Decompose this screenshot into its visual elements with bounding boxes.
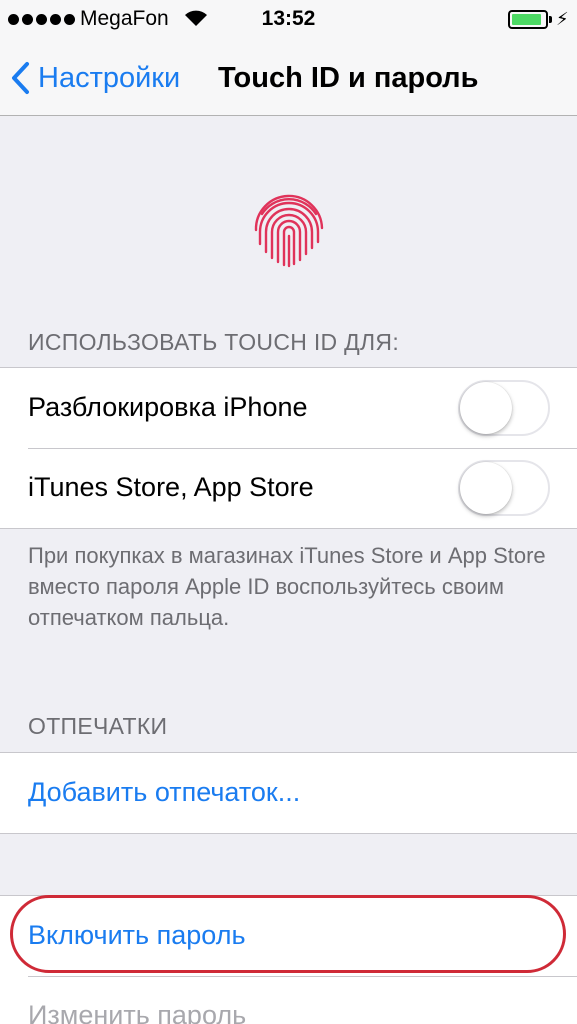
- itunes-app-store-label: iTunes Store, App Store: [28, 472, 314, 502]
- touch-id-section-header: ИСПОЛЬЗОВАТЬ TOUCH ID ДЛЯ:: [28, 329, 400, 355]
- toggle-knob: [460, 382, 512, 434]
- back-button[interactable]: Настройки: [10, 58, 180, 98]
- navigation-bar: Настройки Touch ID и пароль: [0, 40, 577, 116]
- add-fingerprint-row[interactable]: Добавить отпечаток...: [0, 753, 577, 833]
- list-item-itunes-app-store: iTunes Store, App Store: [0, 448, 577, 528]
- toggle-knob: [460, 462, 512, 514]
- chevron-left-icon: [12, 62, 29, 94]
- enable-passcode-link[interactable]: Включить пароль: [28, 920, 246, 951]
- change-passcode-link: Изменить пароль: [28, 1000, 247, 1024]
- change-passcode-row: Изменить пароль: [0, 976, 577, 1024]
- enable-passcode-row[interactable]: Включить пароль: [0, 896, 577, 976]
- fingerprints-group: Добавить отпечаток...: [0, 752, 577, 834]
- itunes-app-store-toggle[interactable]: [458, 460, 550, 516]
- status-time: 13:52: [261, 7, 316, 30]
- unlock-iphone-toggle[interactable]: [458, 380, 550, 436]
- fingerprint-icon: [254, 194, 324, 268]
- unlock-iphone-label: Разблокировка iPhone: [28, 392, 308, 422]
- passcode-group: Включить пароль Изменить пароль: [0, 895, 577, 1024]
- battery-icon: [508, 10, 548, 29]
- back-button-label: Настройки: [38, 61, 181, 94]
- list-item-unlock-iphone: Разблокировка iPhone: [0, 368, 577, 448]
- touch-id-group: Разблокировка iPhone iTunes Store, App S…: [0, 367, 577, 529]
- touch-id-footer-note: При покупках в магазинах iTunes Store и …: [28, 543, 546, 630]
- status-bar: MegaFon 13:52 ⚡: [0, 0, 577, 40]
- add-fingerprint-link[interactable]: Добавить отпечаток...: [28, 777, 300, 808]
- fingerprints-section-header: ОТПЕЧАТКИ: [28, 713, 168, 739]
- charging-bolt-icon: ⚡: [556, 9, 569, 29]
- page-title: Touch ID и пароль: [218, 62, 479, 94]
- battery-tip: [549, 16, 552, 23]
- battery-fill: [512, 14, 541, 25]
